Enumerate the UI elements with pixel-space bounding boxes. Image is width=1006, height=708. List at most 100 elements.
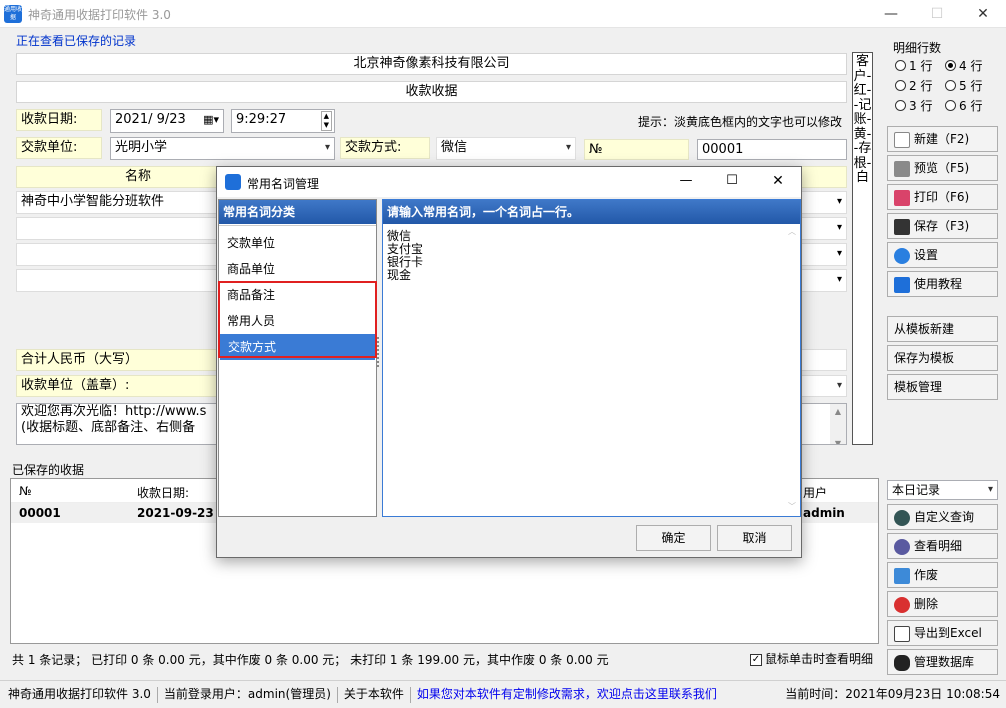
radio-label: 3 行 bbox=[909, 99, 933, 113]
range-select[interactable]: 本日记录 bbox=[887, 480, 998, 500]
status-time: 当前时间：2021年09月23日 10:08:54 bbox=[785, 687, 1000, 701]
payer-label[interactable]: 交款单位: bbox=[16, 137, 102, 159]
doc-title-field[interactable]: 收款收据 bbox=[16, 81, 847, 103]
dialog-maximize-button[interactable]: ☐ bbox=[717, 173, 747, 188]
status-app: 神奇通用收据打印软件 3.0 bbox=[8, 687, 151, 701]
close-button[interactable]: ✕ bbox=[960, 0, 1006, 28]
date-label[interactable]: 收款日期: bbox=[16, 109, 102, 131]
radio-label: 1 行 bbox=[909, 59, 933, 73]
rows-radio-6[interactable]: 6 行 bbox=[945, 97, 993, 114]
from-template-button[interactable]: 从模板新建 bbox=[887, 316, 998, 342]
rows-radio-4[interactable]: 4 行 bbox=[945, 57, 993, 74]
radio-label: 5 行 bbox=[959, 79, 983, 93]
payer-select[interactable]: 光明小学 bbox=[110, 137, 335, 160]
time-picker[interactable]: 9:29:27 ▲ ▼ bbox=[231, 109, 335, 133]
total-field[interactable] bbox=[800, 349, 847, 371]
term-line: 微信 bbox=[387, 229, 412, 243]
col-date[interactable]: 收款日期: bbox=[137, 484, 189, 501]
ok-button[interactable]: 确定 bbox=[636, 525, 711, 551]
summary-text: 共 1 条记录； 已打印 0 条 0.00 元，其中作废 0 条 0.00 元；… bbox=[12, 653, 609, 667]
terms-header: 请输入常用名词，一个名词占一行。 bbox=[383, 200, 800, 224]
button-label: 保存（F3) bbox=[914, 219, 970, 233]
maximize-button[interactable]: ☐ bbox=[914, 0, 960, 28]
col-user[interactable]: 用户 bbox=[803, 484, 827, 501]
col-header bbox=[800, 166, 847, 188]
dialog-minimize-button[interactable]: — bbox=[671, 173, 701, 188]
dialog-close-button[interactable]: ✕ bbox=[763, 173, 793, 189]
category-panel: 常用名词分类 交款单位 商品单位 商品备注 常用人员 交款方式 bbox=[218, 199, 377, 517]
contact-link[interactable]: 如果您对本软件有定制修改需求，欢迎点击这里联系我们 bbox=[417, 687, 717, 701]
search-icon bbox=[894, 509, 910, 526]
rows-radio-1[interactable]: 1 行 bbox=[895, 57, 943, 74]
date-picker[interactable]: 2021/ 9/23 ▦▾ bbox=[110, 109, 224, 133]
cancel-button[interactable]: 取消 bbox=[717, 525, 792, 551]
payee-select[interactable] bbox=[800, 375, 847, 397]
no-label[interactable]: № bbox=[584, 139, 689, 160]
custom-query-button[interactable]: 自定义查询 bbox=[887, 504, 998, 530]
save-template-button[interactable]: 保存为模板 bbox=[887, 345, 998, 371]
chevron-down-icon[interactable]: ▾ bbox=[837, 244, 842, 264]
button-label: 打印（F6) bbox=[914, 190, 970, 204]
radio-icon bbox=[945, 60, 956, 71]
export-button[interactable]: 导出到Excel bbox=[887, 620, 998, 646]
window-title: 神奇通用收据打印软件 3.0 bbox=[28, 8, 171, 22]
company-field[interactable]: 北京神奇像素科技有限公司 bbox=[16, 53, 847, 75]
viewing-label: 正在查看已保存的记录 bbox=[16, 34, 137, 48]
spinner-icon[interactable]: ▲ ▼ bbox=[320, 111, 332, 131]
click-detail-checkbox[interactable]: ✓ 鼠标单击时查看明细 bbox=[750, 650, 873, 667]
scrollbar[interactable]: ▲ ▼ bbox=[830, 404, 846, 444]
radio-icon bbox=[945, 80, 956, 91]
delete-button[interactable]: 删除 bbox=[887, 591, 998, 617]
template-manager-button[interactable]: 模板管理 bbox=[887, 374, 998, 400]
about-link[interactable]: 关于本软件 bbox=[344, 687, 404, 701]
terms-dialog: 常用名词管理 — ☐ ✕ 常用名词分类 交款单位 商品单位 商品备注 常用人员 … bbox=[216, 166, 802, 558]
no-field[interactable]: 00001 bbox=[697, 139, 847, 160]
database-icon bbox=[894, 654, 910, 671]
terms-scrollbar[interactable]: ︿ ﹀ bbox=[784, 226, 800, 516]
dialog-app-icon bbox=[225, 174, 241, 190]
category-item[interactable]: 商品单位 bbox=[219, 256, 376, 282]
rows-radio-2[interactable]: 2 行 bbox=[895, 77, 943, 94]
gear-icon bbox=[894, 247, 910, 264]
preview-button[interactable]: 预览（F5) bbox=[887, 155, 998, 181]
radio-icon bbox=[945, 100, 956, 111]
delete-icon bbox=[894, 596, 910, 613]
void-button[interactable]: 作废 bbox=[887, 562, 998, 588]
tutorial-button[interactable]: 使用教程 bbox=[887, 271, 998, 297]
category-item[interactable]: 交款单位 bbox=[219, 230, 376, 256]
export-icon bbox=[894, 625, 910, 642]
view-detail-button[interactable]: 查看明细 bbox=[887, 533, 998, 559]
method-select[interactable]: 微信 bbox=[436, 137, 576, 160]
category-header: 常用名词分类 bbox=[219, 200, 376, 224]
cell-user: admin bbox=[803, 506, 845, 520]
button-label: 作废 bbox=[914, 568, 939, 582]
print-button[interactable]: 打印（F6) bbox=[887, 184, 998, 210]
new-button[interactable]: 新建（F2) bbox=[887, 126, 998, 152]
rows-group: 明细行数 1 行 4 行 2 行 5 行 3 行 6 行 bbox=[885, 39, 995, 114]
floppy-icon bbox=[894, 218, 910, 235]
chevron-down-icon[interactable]: ▾ bbox=[837, 270, 842, 290]
col-no[interactable]: № bbox=[19, 484, 31, 498]
chevron-down-icon[interactable]: ▾ bbox=[837, 218, 842, 238]
dialog-title: 常用名词管理 bbox=[247, 177, 320, 191]
checkmark-icon: ✓ bbox=[750, 653, 762, 666]
trash-icon bbox=[894, 567, 910, 584]
terms-panel[interactable]: 请输入常用名词，一个名词占一行。 微信 支付宝 银行卡 现金 ︿ ﹀ bbox=[382, 199, 801, 517]
chevron-down-icon[interactable]: ▾ bbox=[837, 192, 842, 212]
method-label[interactable]: 交款方式: bbox=[340, 137, 430, 159]
settings-button[interactable]: 设置 bbox=[887, 242, 998, 268]
save-button[interactable]: 保存（F3) bbox=[887, 213, 998, 239]
radio-label: 6 行 bbox=[959, 99, 983, 113]
status-bar: 神奇通用收据打印软件 3.0 当前登录用户：admin(管理员) 关于本软件 如果您对… bbox=[0, 680, 1006, 708]
rows-radio-3[interactable]: 3 行 bbox=[895, 97, 943, 114]
radio-icon bbox=[895, 100, 906, 111]
button-label: 管理数据库 bbox=[914, 655, 975, 669]
db-button[interactable]: 管理数据库 bbox=[887, 649, 998, 675]
radio-icon bbox=[895, 80, 906, 91]
printer-icon bbox=[894, 189, 910, 206]
minimize-button[interactable]: — bbox=[868, 0, 914, 28]
button-label: 自定义查询 bbox=[914, 510, 975, 524]
rows-radio-5[interactable]: 5 行 bbox=[945, 77, 993, 94]
splitter-handle[interactable] bbox=[377, 337, 381, 367]
terms-textarea[interactable]: 微信 支付宝 银行卡 现金 bbox=[383, 224, 800, 288]
